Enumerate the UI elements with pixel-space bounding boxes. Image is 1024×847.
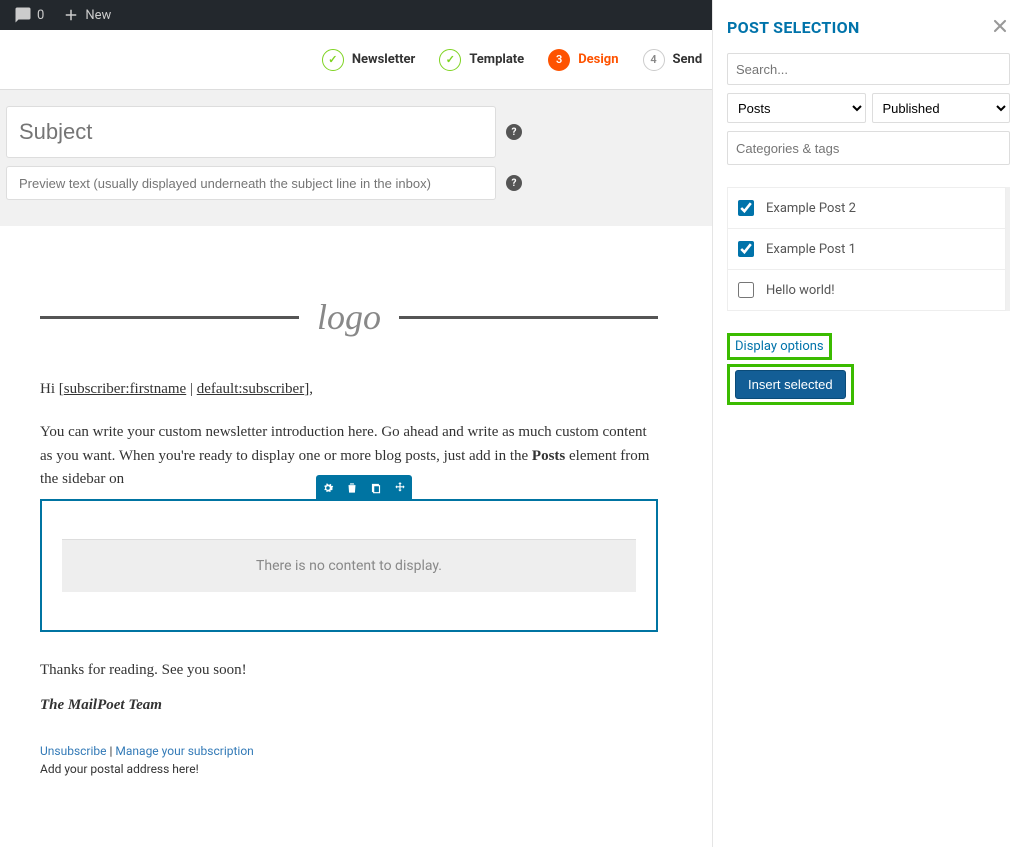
settings-button[interactable] [316, 475, 340, 501]
block-toolbar [316, 475, 412, 501]
post-type-select[interactable]: Posts [727, 93, 866, 123]
comment-icon [14, 6, 32, 24]
subject-input[interactable] [6, 106, 496, 158]
team-signature: The MailPoet Team [40, 697, 658, 714]
step-design[interactable]: 3 Design [548, 49, 618, 71]
highlight-insert: Insert selected [727, 364, 854, 405]
divider-line [40, 316, 299, 319]
posts-block-inner: There is no content to display. [40, 499, 658, 632]
step-number: 4 [643, 49, 665, 71]
preview-text-input[interactable] [6, 166, 496, 200]
close-icon [990, 16, 1010, 36]
greeting-line: Hi [subscriber:firstname | default:subsc… [40, 378, 658, 401]
highlight-display-options: Display options [727, 333, 832, 360]
manage-subscription-link[interactable]: Manage your subscription [115, 744, 253, 758]
post-title: Example Post 1 [766, 242, 856, 257]
comments-link[interactable]: 0 [8, 0, 50, 30]
post-item[interactable]: Example Post 1 [727, 229, 1006, 270]
display-options-link[interactable]: Display options [735, 339, 824, 354]
no-content-message: There is no content to display. [62, 539, 636, 592]
step-number: 3 [548, 49, 570, 71]
help-icon[interactable]: ? [506, 175, 522, 191]
step-label: Template [469, 52, 524, 67]
footer-links: Unsubscribe | Manage your subscription [40, 744, 658, 758]
duplicate-button[interactable] [364, 475, 388, 501]
insert-selected-button[interactable]: Insert selected [735, 370, 846, 399]
post-list: Example Post 2 Example Post 1 Hello worl… [727, 187, 1010, 311]
search-input[interactable] [727, 53, 1010, 85]
post-item[interactable]: Hello world! [727, 270, 1006, 311]
new-link[interactable]: New [56, 0, 117, 30]
editor-canvas: logo Hi [subscriber:firstname | default:… [0, 226, 698, 796]
categories-tags-input[interactable] [727, 131, 1010, 165]
check-icon: ✓ [322, 49, 344, 71]
plus-icon [62, 6, 80, 24]
post-item[interactable]: Example Post 2 [727, 187, 1006, 229]
step-send[interactable]: 4 Send [643, 49, 703, 71]
post-checkbox[interactable] [738, 200, 754, 216]
step-template[interactable]: ✓ Template [439, 49, 524, 71]
post-status-select[interactable]: Published [872, 93, 1011, 123]
unsubscribe-link[interactable]: Unsubscribe [40, 744, 107, 758]
shortcode: subscriber:firstname [64, 381, 186, 397]
signoff-text: Thanks for reading. See you soon! [40, 662, 658, 679]
check-icon: ✓ [439, 49, 461, 71]
delete-button[interactable] [340, 475, 364, 501]
step-label: Newsletter [352, 52, 415, 67]
comment-count: 0 [37, 8, 44, 23]
help-icon[interactable]: ? [506, 124, 522, 140]
posts-block[interactable]: There is no content to display. [40, 499, 658, 632]
shortcode: default:subscriber [197, 381, 304, 397]
divider-line [399, 316, 658, 319]
panel-title: POST SELECTION [727, 18, 1010, 37]
panel-actions: Display options Insert selected [727, 333, 1010, 405]
new-label: New [85, 8, 111, 23]
post-title: Hello world! [766, 283, 835, 298]
duplicate-icon [369, 481, 383, 495]
logo-text: logo [317, 296, 381, 338]
gear-icon [321, 481, 335, 495]
step-newsletter[interactable]: ✓ Newsletter [322, 49, 415, 71]
post-title: Example Post 2 [766, 201, 856, 216]
move-button[interactable] [388, 475, 412, 501]
close-button[interactable] [990, 16, 1010, 40]
move-icon [393, 481, 407, 495]
step-label: Design [578, 52, 618, 67]
logo-block[interactable]: logo [40, 296, 658, 338]
postal-address: Add your postal address here! [40, 762, 658, 776]
post-selection-panel: POST SELECTION Posts Published Example P… [712, 0, 1024, 847]
step-label: Send [673, 52, 703, 67]
trash-icon [345, 481, 359, 495]
post-checkbox[interactable] [738, 282, 754, 298]
post-checkbox[interactable] [738, 241, 754, 257]
